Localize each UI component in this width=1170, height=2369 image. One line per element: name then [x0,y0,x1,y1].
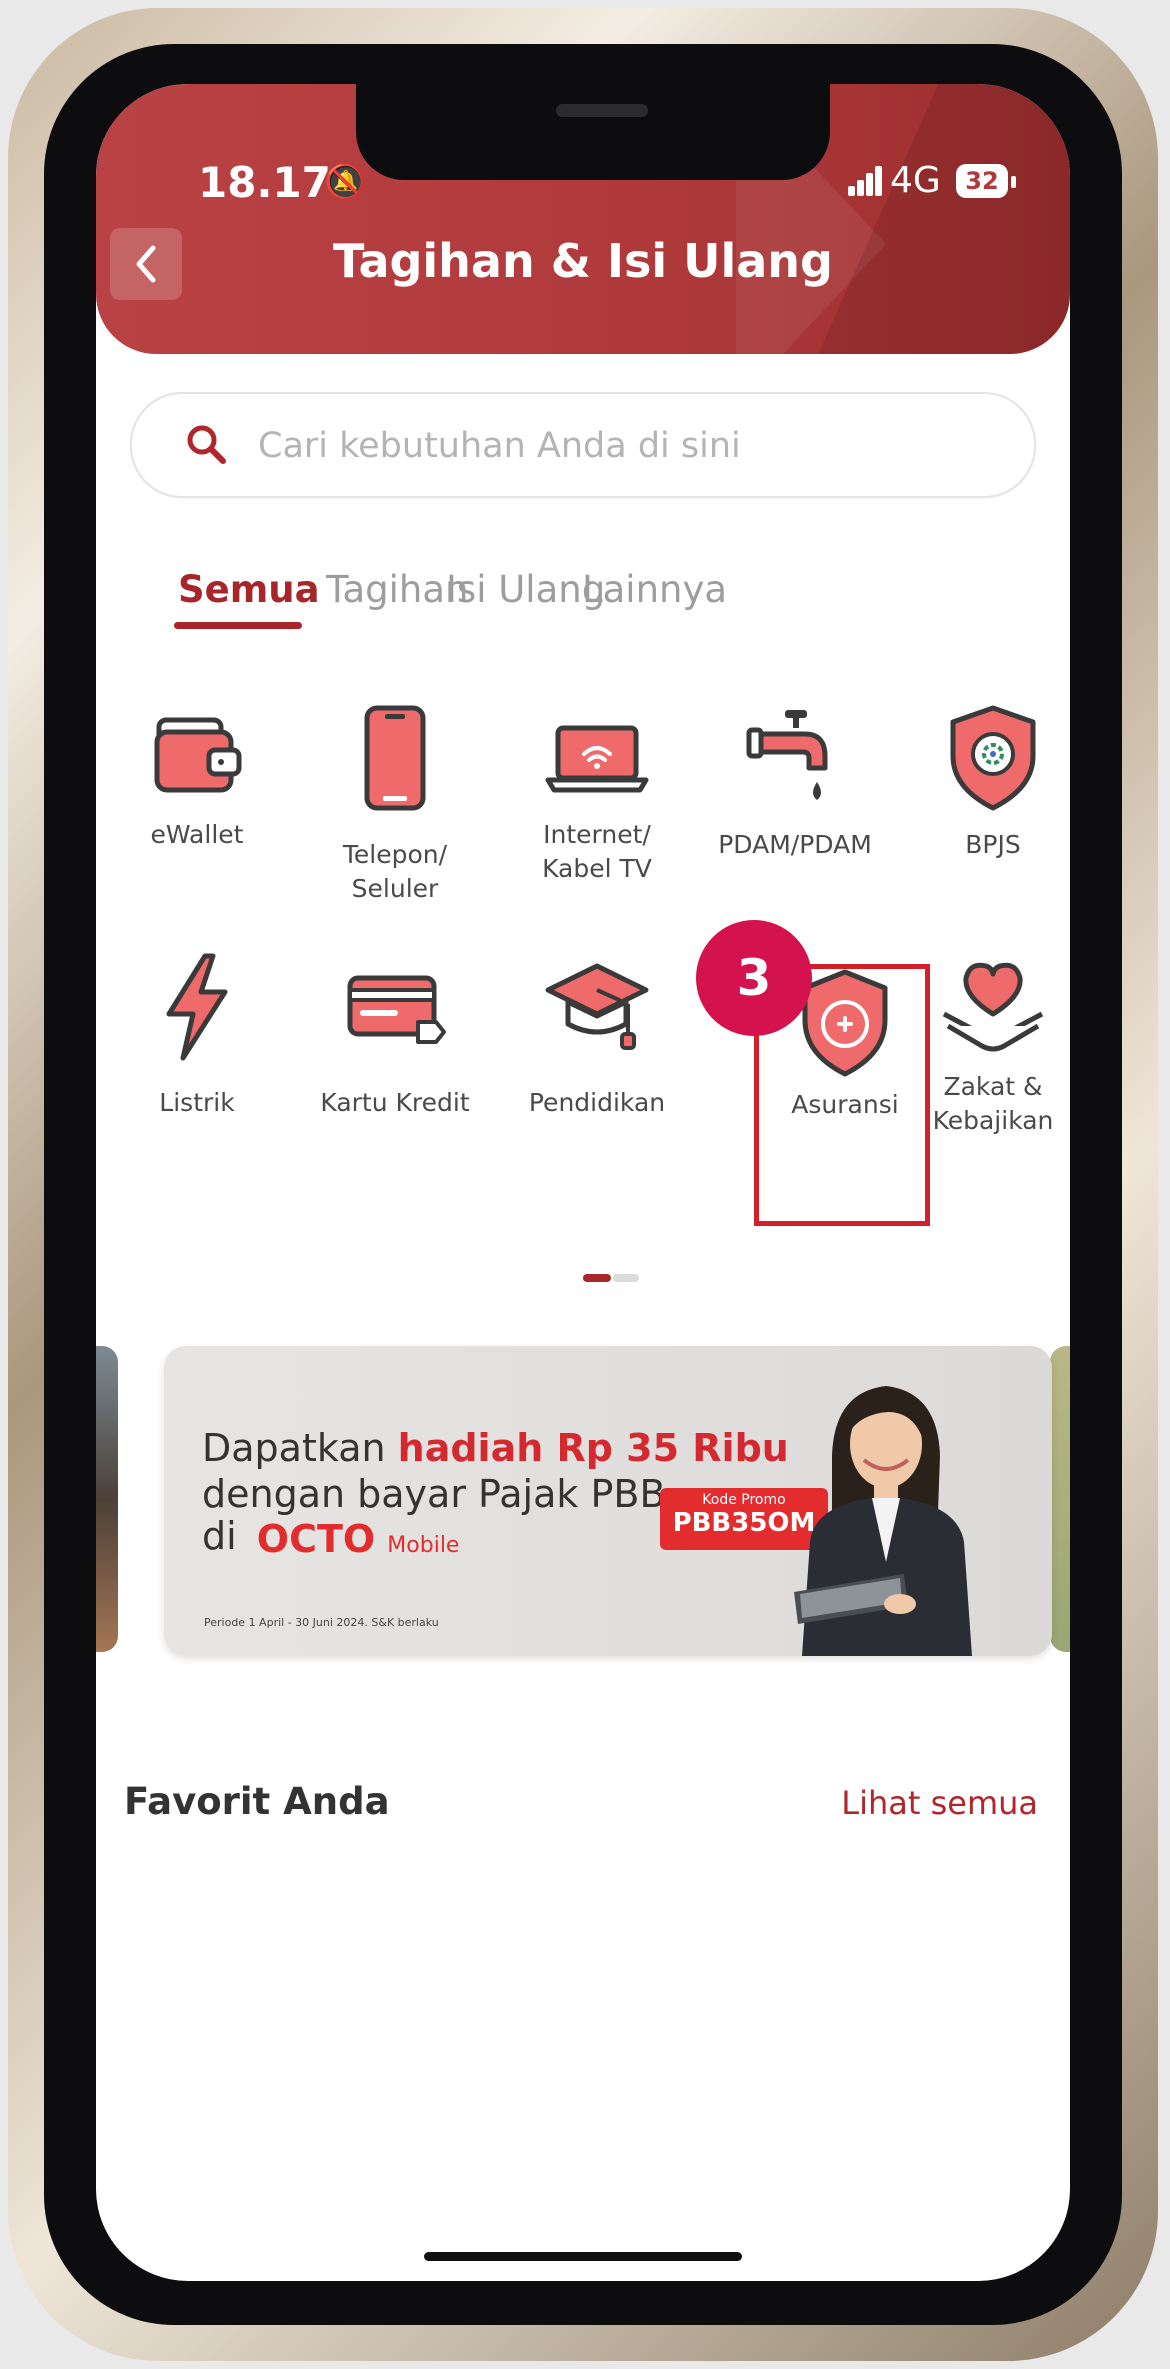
heart-hands-icon [942,962,1044,1052]
category-label: Telepon/ Seluler [342,840,448,903]
phone-frame: 18.17 🔕 4G 32 Tagihan & Isi Ulang Cari k… [8,8,1158,2361]
category-label: Kartu Kredit [320,1088,470,1117]
banner-subline: dengan bayar Pajak PBB [202,1472,666,1516]
category-pendidikan[interactable]: Pendidikan [512,952,682,1120]
status-time: 18.17 [198,158,331,207]
wallet-icon [154,717,242,793]
brand-suffix: Mobile [387,1532,460,1558]
category-label: Internet/ Kabel TV [542,820,652,883]
water-tap-icon [746,710,828,800]
tab-semua[interactable]: Semua [178,568,320,611]
category-listrik[interactable]: Listrik [112,952,282,1120]
brand-name: OCTO [256,1516,376,1561]
category-label: eWallet [150,820,244,849]
category-telepon-seluler[interactable]: Telepon/ Seluler [310,704,480,906]
page-title: Tagihan & Isi Ulang [333,234,833,288]
octo-logo: OCTO Mobile [257,1517,460,1561]
bpjs-shield-icon [950,705,1036,811]
credit-card-icon [347,975,446,1044]
tab-lainnya[interactable]: Lainnya [582,568,727,611]
see-all-link[interactable]: Lihat semua [841,1784,1038,1822]
phone-notch [356,84,830,180]
network-type: 4G [890,160,941,201]
search-icon [187,425,226,464]
category-label: Pendidikan [528,1088,666,1117]
banner-period: Periode 1 April - 30 Juni 2024. S&K berl… [204,1616,439,1629]
search-input[interactable] [256,416,1000,476]
step-badge: 3 [696,920,812,1036]
laptop-wifi-icon [545,725,649,793]
banner-headline: Dapatkan hadiah Rp 35 Ribu [202,1426,789,1470]
banner-text: Dapatkan [202,1426,398,1470]
category-label: BPJS [965,830,1021,859]
category-label: Listrik [159,1088,235,1117]
phone-bezel: 18.17 🔕 4G 32 Tagihan & Isi Ulang Cari k… [44,44,1122,2325]
silent-bell-icon: 🔕 [324,162,367,202]
search-bar[interactable] [130,392,1036,498]
category-kartu-kredit[interactable]: Kartu Kredit [310,952,480,1120]
graduation-cap-icon [545,963,649,1050]
category-label: PDAM/PDAM [718,830,872,859]
banner-previous-peek[interactable] [96,1346,118,1652]
category-bpjs[interactable]: BPJS [908,704,1070,862]
businesswoman-illustration [794,1386,972,1656]
category-zakat-kebajikan[interactable]: Zakat & Kebajikan [908,952,1070,1138]
dot-active [583,1274,611,1282]
banner-text: di [202,1514,237,1558]
banner-brand-line: di OCTO Mobile [202,1514,459,1561]
category-internet-kabel-tv[interactable]: Internet/ Kabel TV [512,704,682,886]
app-screen: 18.17 🔕 4G 32 Tagihan & Isi Ulang Cari k… [96,84,1070,2281]
banner-next-peek[interactable] [1050,1346,1070,1652]
promo-banner[interactable]: Dapatkan hadiah Rp 35 Ribu dengan bayar … [164,1346,1052,1656]
battery-icon: 32 [956,164,1008,198]
signal-icon [848,164,884,196]
phone-icon [364,705,426,811]
battery-tip [1011,176,1016,188]
category-pdam[interactable]: PDAM/PDAM [710,704,880,862]
speaker [556,104,648,117]
tab-active-indicator [174,622,302,629]
lightning-icon [166,953,228,1061]
category-label: Zakat & Kebajikan [932,1072,1054,1135]
category-ewallet[interactable]: eWallet [112,704,282,852]
dot [613,1274,639,1282]
home-indicator[interactable] [424,2252,742,2261]
favorites-title: Favorit Anda [124,1780,390,1823]
banner-highlight: hadiah Rp 35 Ribu [397,1426,789,1470]
